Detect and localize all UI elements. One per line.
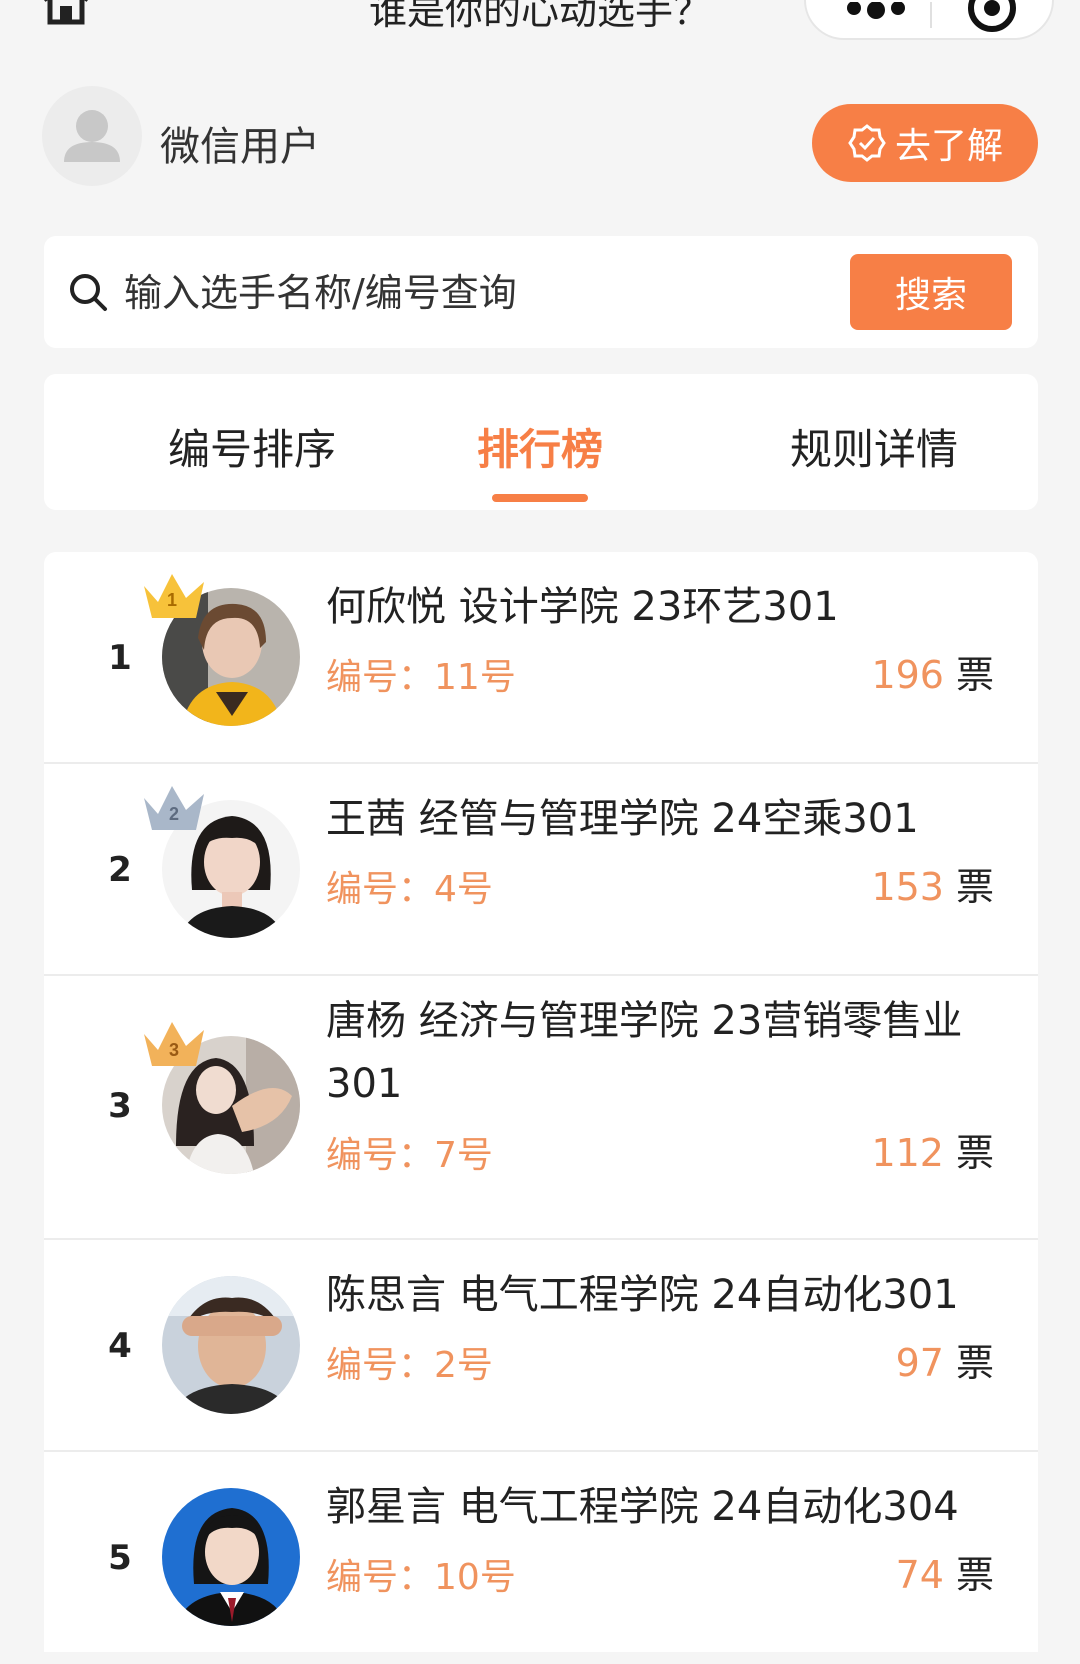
capsule-divider (930, 2, 932, 28)
rank-number: 3 (108, 1086, 132, 1126)
user-row: 微信用户 去了解 (42, 86, 1038, 190)
rank-number: 1 (108, 638, 132, 678)
contestant-name: 郭星言 电气工程学院 24自动化304 (326, 1484, 959, 1530)
vote-count: 112 票 (871, 1131, 994, 1175)
vote-count: 196 票 (871, 653, 994, 697)
vote-count: 74 票 (895, 1553, 994, 1597)
vote-count: 153 票 (871, 865, 994, 909)
leaderboard-list: 1 1 何欣悦 设计学院 23环艺301 编号：11号 196 票 2 2 王茜… (44, 552, 1038, 1652)
contestant-id: 编号：4号 (326, 869, 493, 910)
search-input[interactable] (122, 264, 766, 322)
search-icon (70, 274, 107, 311)
list-item[interactable]: 1 1 何欣悦 设计学院 23环艺301 编号：11号 196 票 (44, 552, 1038, 764)
crown-number: 3 (169, 1040, 179, 1060)
crown-silver-icon: 2 (138, 780, 210, 840)
crown-number: 1 (167, 590, 177, 610)
contestant-name: 唐杨 经济与管理学院 23营销零售业301 (326, 998, 963, 1107)
close-mini-program-icon[interactable] (966, 0, 1018, 34)
learn-more-button[interactable]: 去了解 (812, 104, 1038, 182)
crown-number: 2 (169, 804, 179, 824)
contestant-id: 编号：7号 (326, 1135, 493, 1176)
contestant-photo (162, 1276, 300, 1414)
tab-leaderboard[interactable]: 排行榜 (410, 416, 670, 477)
tab-rules[interactable]: 规则详情 (744, 416, 1004, 477)
learn-more-label: 去了解 (894, 126, 1003, 167)
active-tab-indicator (492, 494, 588, 502)
tab-bar: 编号排序 排行榜 规则详情 (44, 374, 1038, 510)
contestant-id: 编号：11号 (326, 657, 516, 698)
list-item[interactable]: 2 2 王茜 经管与管理学院 24空乘301 编号：4号 153 票 (44, 764, 1038, 976)
list-item[interactable]: 5 郭星言 电气工程学院 24自动化304 编号：10号 74 票 (44, 1452, 1038, 1664)
more-icon[interactable] (844, 2, 908, 26)
rank-number: 4 (108, 1326, 132, 1366)
crown-gold-icon: 1 (138, 568, 210, 628)
mini-program-capsule (804, 0, 1054, 40)
contestant-name: 王茜 经管与管理学院 24空乘301 (326, 796, 919, 842)
top-bar: 谁是你的心动选手？ (0, 0, 1080, 60)
search-bar: 搜索 (44, 236, 1038, 348)
rank-number: 2 (108, 850, 132, 890)
user-avatar (42, 86, 142, 186)
tab-number-order[interactable]: 编号排序 (122, 416, 382, 477)
contestant-id: 编号：10号 (326, 1557, 516, 1598)
user-name: 微信用户 (160, 124, 320, 170)
verified-badge-icon (848, 124, 886, 162)
list-item[interactable]: 4 陈思言 电气工程学院 24自动化301 编号：2号 97 票 (44, 1240, 1038, 1452)
crown-bronze-icon: 3 (138, 1016, 210, 1076)
contestant-name: 何欣悦 设计学院 23环艺301 (326, 584, 839, 630)
contestant-photo (162, 1488, 300, 1626)
contestant-name: 陈思言 电气工程学院 24自动化301 (326, 1272, 959, 1318)
rank-number: 5 (108, 1538, 132, 1578)
list-item[interactable]: 3 3 唐杨 经济与管理学院 23营销零售业301 编号：7号 112 票 (44, 976, 1038, 1240)
contestant-id: 编号：2号 (326, 1345, 493, 1386)
vote-count: 97 票 (895, 1341, 994, 1385)
search-button[interactable]: 搜索 (850, 254, 1012, 330)
